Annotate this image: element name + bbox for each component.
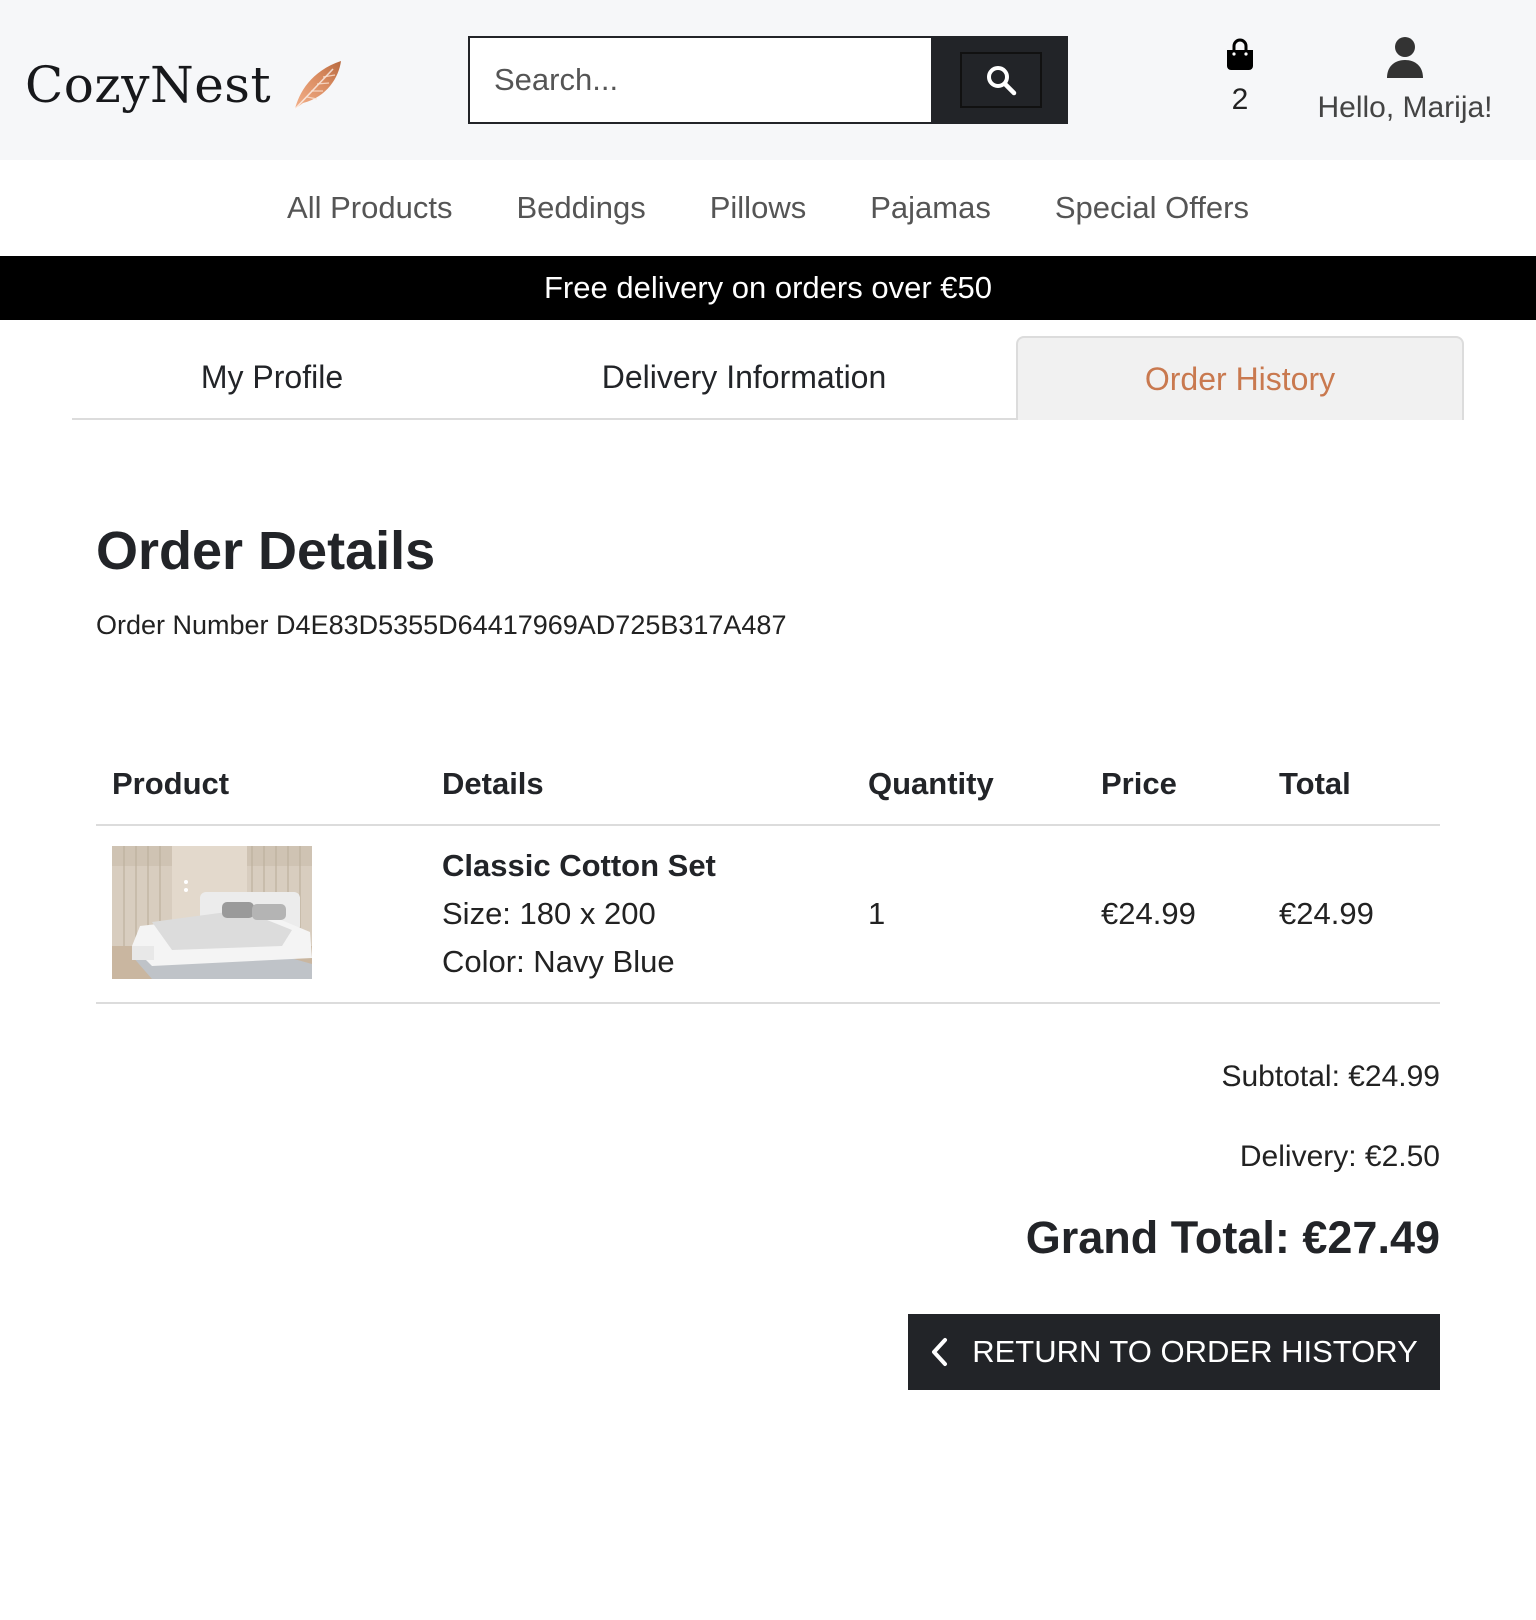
nav-pillows[interactable]: Pillows [710, 190, 806, 226]
cart-link[interactable]: 2 [1210, 38, 1270, 117]
search-icon [986, 66, 1016, 96]
profile-tabs: My Profile Delivery Information Order Hi… [72, 336, 1464, 420]
product-quantity: 1 [868, 896, 886, 931]
tab-delivery-information[interactable]: Delivery Information [472, 336, 1016, 418]
brand-logo[interactable]: CozyNest [25, 50, 345, 120]
column-header-product: Product [112, 766, 230, 801]
tab-order-history[interactable]: Order History [1016, 336, 1464, 420]
account-greeting: Hello, Marija! [1317, 91, 1493, 124]
shopping-bag-icon [1227, 38, 1253, 70]
return-button-label: RETURN TO ORDER HISTORY [972, 1334, 1418, 1369]
search-button[interactable] [933, 36, 1068, 124]
order-subtotal: Subtotal: €24.99 [1221, 1060, 1440, 1093]
nav-beddings[interactable]: Beddings [516, 190, 645, 226]
user-icon [1387, 37, 1423, 78]
table-row-divider [96, 1002, 1440, 1004]
search-input[interactable] [468, 36, 933, 124]
product-name[interactable]: Classic Cotton Set [442, 848, 716, 884]
column-header-details: Details [442, 766, 544, 801]
page-title: Order Details [96, 521, 436, 581]
column-header-quantity: Quantity [868, 766, 994, 801]
tab-my-profile[interactable]: My Profile [72, 336, 472, 418]
order-number: Order Number D4E83D5355D64417969AD725B31… [96, 610, 787, 640]
product-total: €24.99 [1279, 896, 1374, 931]
main-nav: All Products Beddings Pillows Pajamas Sp… [0, 160, 1536, 256]
nav-pajamas[interactable]: Pajamas [870, 190, 991, 226]
product-price: €24.99 [1101, 896, 1196, 931]
brand-name: CozyNest [25, 56, 272, 114]
order-grand-total: Grand Total: €27.49 [1025, 1212, 1440, 1263]
product-size: Size: 180 x 200 [442, 896, 656, 931]
delivery-banner: Free delivery on orders over €50 [0, 256, 1536, 320]
table-header-divider [96, 824, 1440, 826]
nav-all-products[interactable]: All Products [287, 190, 452, 226]
return-to-order-history-button[interactable]: RETURN TO ORDER HISTORY [908, 1314, 1440, 1390]
column-header-total: Total [1279, 766, 1351, 801]
account-link[interactable]: Hello, Marija! [1300, 36, 1510, 125]
feather-icon [294, 61, 342, 110]
product-color: Color: Navy Blue [442, 944, 675, 979]
product-image[interactable] [112, 846, 312, 979]
order-delivery: Delivery: €2.50 [1239, 1140, 1440, 1173]
cart-count: 2 [1231, 83, 1249, 116]
top-header: CozyNest Search... 2 Hello, Marija! [0, 0, 1536, 160]
search-bar [468, 36, 1068, 124]
nav-special-offers[interactable]: Special Offers [1055, 190, 1249, 226]
chevron-left-icon [930, 1337, 948, 1367]
column-header-price: Price [1101, 766, 1177, 801]
